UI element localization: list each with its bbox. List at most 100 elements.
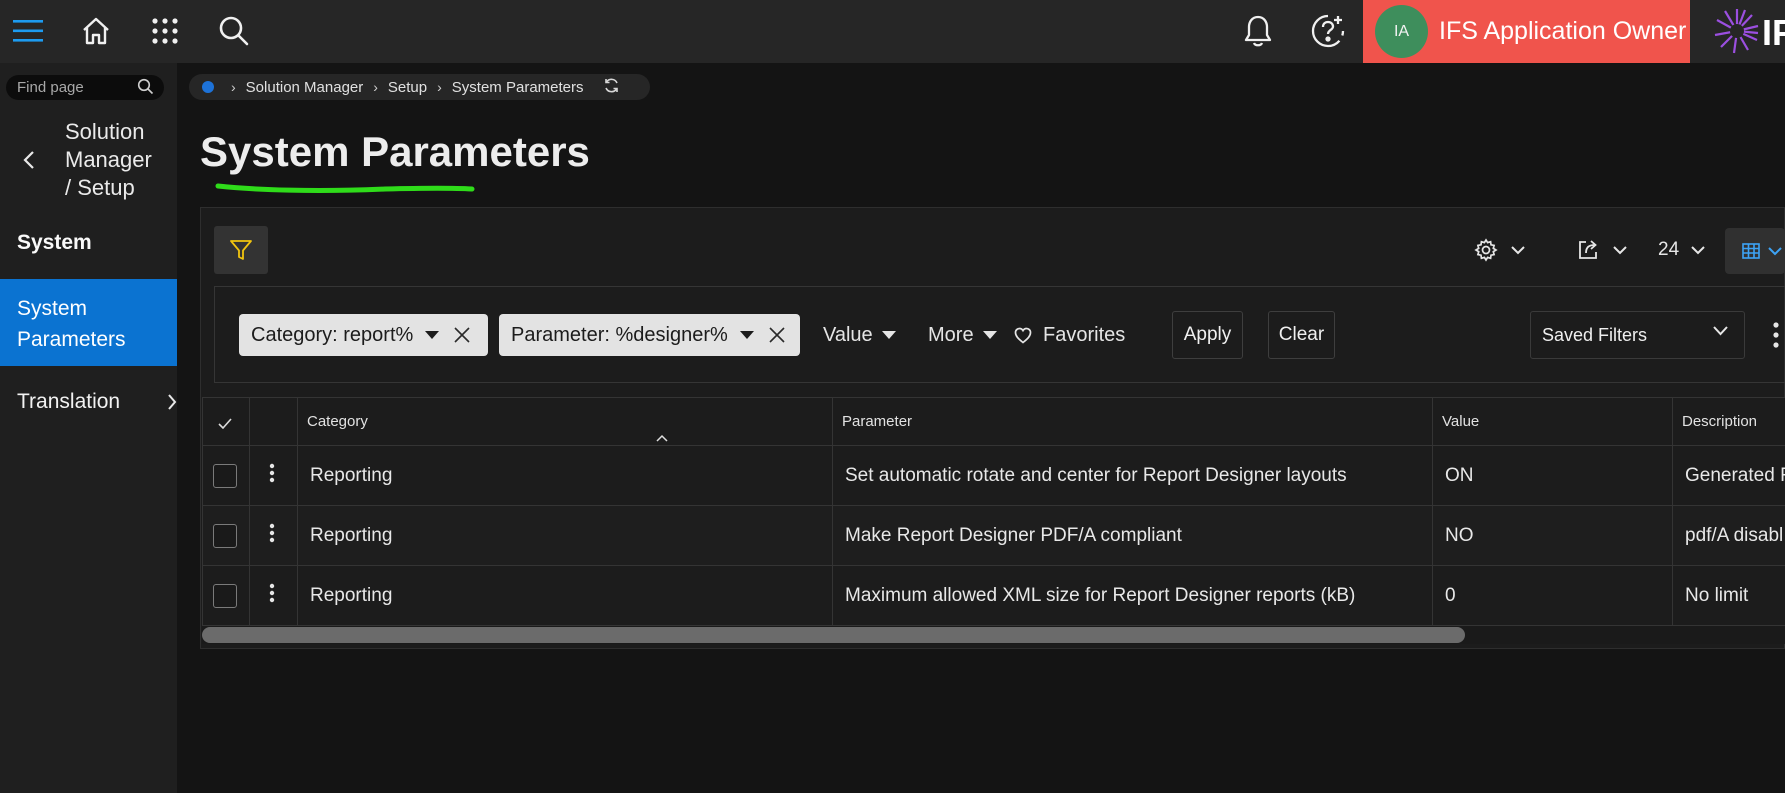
filter-chip-label: Category: report%: [251, 323, 414, 346]
export-menu-button[interactable]: [1576, 232, 1627, 268]
cell-description: Generated R: [1672, 445, 1785, 506]
sidebar: Solution Manager / Setup System System P…: [0, 63, 177, 793]
caret-down-icon[interactable]: [739, 330, 754, 340]
row-actions-header: [249, 397, 298, 446]
sidebar-item-system-parameters[interactable]: System Parameters: [0, 279, 177, 366]
avatar: IA: [1375, 5, 1428, 58]
cell-value: NO: [1432, 505, 1673, 566]
cell-description: pdf/A disabl: [1672, 505, 1785, 566]
breadcrumb-separator-icon: ›: [373, 79, 378, 95]
user-menu[interactable]: IA IFS Application Owner: [1363, 0, 1690, 63]
sidebar-section-system: System: [17, 231, 92, 254]
top-bar: IA IFS Application Owner IF: [0, 0, 1785, 63]
logo-burst-icon: [1714, 9, 1759, 54]
search-icon[interactable]: [209, 6, 259, 56]
apply-button[interactable]: Apply: [1172, 311, 1243, 359]
bell-icon[interactable]: [1233, 6, 1283, 56]
filter-chip-category[interactable]: Category: report%: [239, 314, 488, 356]
settings-icon: [1474, 238, 1498, 262]
row-checkbox[interactable]: [213, 523, 237, 548]
scrollbar-thumb[interactable]: [202, 627, 1465, 643]
row-menu-icon[interactable]: [269, 463, 275, 483]
chevron-down-icon: [1511, 245, 1525, 254]
breadcrumb-item[interactable]: Setup: [388, 79, 427, 96]
filter-value-dropdown[interactable]: Value: [823, 318, 896, 352]
chevron-down-icon: [1768, 246, 1782, 255]
more-vertical-icon: [1773, 322, 1779, 348]
clear-button[interactable]: Clear: [1268, 311, 1335, 359]
chevron-left-icon: [23, 151, 34, 169]
logo-text: IF: [1762, 12, 1785, 53]
table-row[interactable]: Reporting Set automatic rotate and cente…: [202, 445, 1785, 506]
find-page-input[interactable]: [17, 79, 127, 96]
column-header-category[interactable]: Category: [297, 397, 833, 446]
filter-chip-label: Parameter: %designer%: [511, 323, 728, 346]
title-underline-annotation: [215, 183, 475, 193]
close-icon[interactable]: [453, 326, 471, 344]
filter-chip-parameter[interactable]: Parameter: %designer%: [499, 314, 800, 356]
breadcrumb-item[interactable]: Solution Manager: [246, 79, 364, 96]
find-page-search: [6, 75, 164, 100]
caret-down-icon: [982, 330, 997, 339]
user-name: IFS Application Owner: [1439, 17, 1687, 45]
breadcrumb-separator-icon: ›: [437, 79, 442, 95]
select-all-cell[interactable]: [202, 397, 250, 446]
row-checkbox[interactable]: [213, 583, 237, 608]
cell-description: No limit: [1672, 565, 1785, 626]
column-header-parameter[interactable]: Parameter: [832, 397, 1433, 446]
export-icon: [1579, 240, 1597, 259]
cell-category: Reporting: [297, 445, 833, 506]
cell-value: ON: [1432, 445, 1673, 506]
cell-category: Reporting: [297, 565, 833, 626]
chevron-down-icon: [1713, 326, 1728, 336]
page-title: System Parameters: [200, 128, 590, 175]
table-row[interactable]: Reporting Make Report Designer PDF/A com…: [202, 505, 1785, 566]
chevron-down-icon: [1613, 245, 1627, 254]
breadcrumb: › Solution Manager › Setup › System Para…: [189, 74, 650, 100]
row-menu-icon[interactable]: [269, 583, 275, 603]
close-icon[interactable]: [768, 326, 786, 344]
app-grid-icon[interactable]: [140, 6, 190, 56]
view-mode-toggle[interactable]: [1725, 228, 1785, 274]
filter-toggle-button[interactable]: [214, 226, 268, 274]
row-menu-icon[interactable]: [269, 523, 275, 543]
check-icon: [218, 418, 232, 430]
sidebar-title: Solution Manager / Setup: [65, 119, 152, 200]
table-row[interactable]: Reporting Maximum allowed XML size for R…: [202, 565, 1785, 626]
search-icon[interactable]: [137, 78, 154, 100]
back-button[interactable]: [16, 145, 42, 175]
column-header-description[interactable]: Description: [1672, 397, 1785, 446]
chevron-right-icon: [167, 393, 177, 417]
sort-ascending-icon[interactable]: [656, 434, 668, 442]
page-size-select[interactable]: 24: [1658, 232, 1705, 268]
refresh-icon[interactable]: [603, 77, 620, 98]
table-view-icon: [1742, 243, 1760, 259]
row-checkbox[interactable]: [213, 463, 237, 488]
breadcrumb-home-dot[interactable]: [202, 81, 214, 93]
hamburger-icon[interactable]: [3, 6, 53, 56]
home-icon[interactable]: [71, 6, 121, 56]
cell-category: Reporting: [297, 505, 833, 566]
table-header-row: Category Parameter Value Description: [202, 397, 1785, 446]
horizontal-scrollbar[interactable]: [202, 626, 1785, 644]
favorites-button[interactable]: Favorites: [1014, 318, 1125, 352]
cell-parameter: Set automatic rotate and center for Repo…: [832, 445, 1433, 506]
data-table: Category Parameter Value Description Rep…: [202, 397, 1785, 626]
column-header-value[interactable]: Value: [1432, 397, 1673, 446]
cell-parameter: Maximum allowed XML size for Report Desi…: [832, 565, 1433, 626]
caret-down-icon[interactable]: [425, 330, 440, 340]
cell-value: 0: [1432, 565, 1673, 626]
saved-filters-select[interactable]: Saved Filters: [1530, 311, 1745, 359]
page-size-value: 24: [1658, 239, 1680, 260]
sidebar-item-label: Translation: [17, 390, 121, 413]
caret-down-icon: [881, 330, 896, 339]
breadcrumb-item: System Parameters: [451, 78, 584, 96]
filter-more-options-button[interactable]: [1772, 322, 1780, 353]
settings-menu-button[interactable]: [1474, 232, 1525, 268]
filter-more-dropdown[interactable]: More: [928, 318, 997, 352]
filter-icon: [230, 240, 252, 260]
sidebar-item-translation[interactable]: Translation: [17, 390, 177, 414]
ifs-logo[interactable]: IF: [1710, 3, 1785, 60]
help-icon[interactable]: [1303, 6, 1353, 56]
chevron-down-icon: [1691, 245, 1705, 254]
